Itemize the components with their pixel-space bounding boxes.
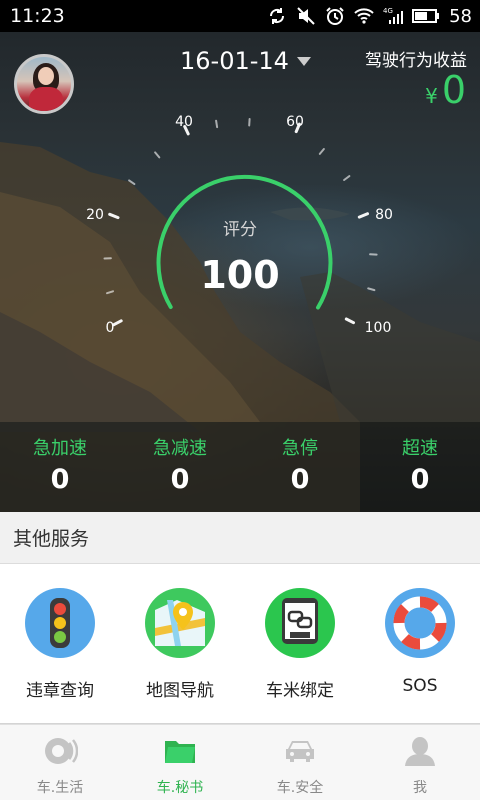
tab-label: 车.生活 — [36, 780, 84, 796]
stat-value: 0 — [170, 464, 190, 495]
date-value: 16-01-14 — [180, 47, 289, 75]
score-label: 评分 — [223, 220, 257, 240]
driving-stats: 急加速 0 急减速 0 急停 0 超速 0 — [0, 422, 480, 512]
currency-symbol: ¥ — [425, 84, 438, 108]
car-icon — [286, 741, 314, 762]
score-value: 100 — [200, 253, 280, 297]
gauge-tick-20: 20 — [86, 207, 104, 223]
network-label: 4G — [383, 7, 393, 15]
stat-label: 急减速 — [153, 438, 207, 459]
service-sos[interactable]: SOS — [360, 564, 480, 723]
battery-level: 58 — [449, 5, 472, 27]
tab-me[interactable]: 我 — [360, 725, 480, 800]
stat-rapid-deceleration: 急减速 0 — [120, 422, 240, 512]
bottom-tab-bar: 车.生活 车.秘书 车.安全 我 — [0, 724, 480, 800]
tab-car-life[interactable]: 车.生活 — [0, 725, 120, 800]
service-label: 车米绑定 — [266, 681, 334, 701]
service-violation-query[interactable]: 违章查询 — [0, 564, 120, 723]
sync-icon — [270, 8, 285, 24]
signal-icon: 4G — [383, 7, 404, 24]
map-pin-icon — [145, 588, 215, 658]
service-label: 违章查询 — [26, 681, 94, 701]
services-grid: 违章查询 地图导航 车米绑定 SOS — [0, 564, 480, 724]
stat-label: 急停 — [282, 438, 318, 459]
gauge-tick-0: 0 — [105, 320, 115, 336]
gauge-tick-60: 60 — [286, 114, 304, 130]
avatar[interactable] — [14, 54, 74, 114]
service-label: SOS — [402, 676, 438, 696]
gauge-tick-80: 80 — [375, 207, 393, 223]
stat-sudden-stop: 急停 0 — [240, 422, 360, 512]
status-icons: 4G 58 — [267, 6, 472, 27]
mute-icon — [297, 7, 315, 25]
earnings-amount: 0 — [441, 68, 466, 112]
service-device-binding[interactable]: 车米绑定 — [240, 564, 360, 723]
wifi-icon — [354, 8, 374, 24]
date-selector[interactable]: 16-01-14 — [180, 46, 311, 76]
stat-label: 急加速 — [33, 438, 87, 459]
gauge-tick-100: 100 — [364, 320, 392, 336]
status-bar: 11:23 4G 58 — [0, 0, 480, 32]
person-icon — [405, 737, 435, 766]
tab-car-safety[interactable]: 车.安全 — [240, 725, 360, 800]
section-title-other-services: 其他服务 — [0, 512, 480, 564]
service-map-navigation[interactable]: 地图导航 — [120, 564, 240, 723]
traffic-light-icon — [25, 588, 95, 658]
car-life-icon — [45, 738, 78, 764]
chevron-down-icon — [296, 56, 311, 66]
lifebuoy-icon — [385, 588, 455, 658]
stat-rapid-acceleration: 急加速 0 — [0, 422, 120, 512]
tab-label: 车.秘书 — [156, 780, 204, 796]
driving-score-panel: 0 20 40 60 80 100 16-01-14 驾驶行为收益 ¥ 0 评分… — [0, 32, 480, 512]
tab-car-secretary[interactable]: 车.秘书 — [120, 725, 240, 800]
folder-icon — [165, 741, 195, 763]
service-label: 地图导航 — [146, 681, 214, 701]
stat-value: 0 — [410, 464, 430, 495]
tab-label: 我 — [413, 780, 427, 796]
device-link-icon — [265, 588, 335, 658]
stat-value: 0 — [290, 464, 310, 495]
earnings-value[interactable]: ¥ 0 — [425, 68, 466, 112]
stat-label: 超速 — [402, 438, 438, 459]
battery-icon — [412, 9, 440, 23]
alarm-icon — [326, 7, 344, 25]
status-time: 11:23 — [10, 5, 65, 27]
tab-label: 车.安全 — [276, 780, 324, 796]
stat-speeding: 超速 0 — [360, 422, 480, 512]
gauge-tick-40: 40 — [175, 114, 193, 130]
stat-value: 0 — [50, 464, 70, 495]
